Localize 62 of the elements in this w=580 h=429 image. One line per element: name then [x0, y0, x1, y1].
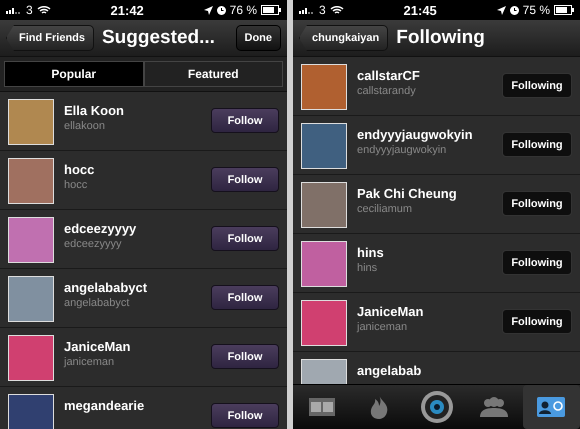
people-icon — [480, 397, 508, 417]
user-name: JaniceMan — [357, 304, 424, 319]
user-name: Pak Chi Cheung — [357, 186, 458, 201]
screen-title: Suggested... — [102, 27, 216, 49]
user-handle: janiceman — [357, 321, 408, 333]
user-handle: janiceman — [64, 356, 116, 368]
carrier-label: 3 — [319, 3, 326, 17]
location-arrow-icon — [496, 6, 506, 14]
user-handle: ceciliamum — [357, 203, 414, 215]
carrier-label: 3 — [26, 3, 33, 17]
back-button[interactable]: Find Friends — [6, 25, 94, 51]
follow-button[interactable]: Follow — [211, 403, 279, 428]
user-handle: ellakoon — [64, 120, 106, 132]
flame-icon — [369, 395, 390, 419]
user-handle: hins — [357, 262, 378, 274]
user-handle: hocc — [64, 179, 88, 191]
following-button[interactable]: Following — [502, 309, 572, 334]
battery-icon — [554, 5, 574, 15]
screen-title: Following — [396, 27, 486, 49]
contact-card-icon — [537, 397, 566, 417]
user-name: hins — [357, 245, 385, 260]
signal-icon — [299, 6, 315, 14]
signal-icon — [6, 6, 22, 14]
tab-bar-item[interactable] — [522, 385, 580, 429]
following-button[interactable]: Following — [502, 73, 572, 98]
film-icon — [308, 398, 335, 416]
back-button[interactable]: chungkaiyan — [299, 25, 388, 51]
follow-button[interactable]: Follow — [211, 226, 279, 251]
clock-icon — [216, 6, 226, 14]
segment-tab[interactable]: Popular — [4, 61, 144, 87]
location-arrow-icon — [204, 6, 213, 14]
following-button[interactable]: Following — [502, 132, 572, 157]
user-name: callstarCF — [357, 68, 421, 83]
follow-button[interactable]: Follow — [211, 285, 279, 310]
follow-button[interactable]: Follow — [211, 108, 279, 133]
user-name: angelababyct — [64, 280, 148, 295]
clock-icon — [510, 6, 519, 14]
user-name: megandearie — [64, 398, 146, 413]
clock-time: 21:42 — [110, 2, 145, 18]
user-handle: edceezyyyy — [64, 238, 122, 250]
user-name: endyyyjaugwokyin — [357, 127, 474, 142]
user-handle: endyyyjaugwokyin — [357, 144, 448, 156]
segment-tab[interactable]: Featured — [144, 61, 283, 87]
battery-percent: 75 % — [522, 3, 550, 17]
following-button[interactable]: Following — [502, 191, 572, 216]
battery-icon — [261, 5, 281, 15]
camera-lens-icon — [420, 390, 454, 424]
user-name: Ella Koon — [64, 103, 125, 118]
wifi-icon — [330, 5, 344, 15]
done-button[interactable]: Done — [236, 25, 281, 51]
user-name: hocc — [64, 162, 96, 177]
user-handle: angelababyct — [64, 297, 130, 309]
following-button[interactable]: Following — [502, 250, 572, 275]
follow-button[interactable]: Follow — [211, 167, 279, 192]
follow-button[interactable]: Follow — [211, 344, 279, 369]
battery-percent: 76 % — [230, 3, 257, 17]
clock-time: 21:45 — [402, 2, 438, 18]
user-name: JaniceMan — [64, 339, 132, 354]
user-name: edceezyyyy — [64, 221, 138, 236]
user-handle: callstarandy — [357, 85, 417, 97]
wifi-icon — [36, 5, 51, 15]
user-name: angelabab — [357, 363, 422, 378]
